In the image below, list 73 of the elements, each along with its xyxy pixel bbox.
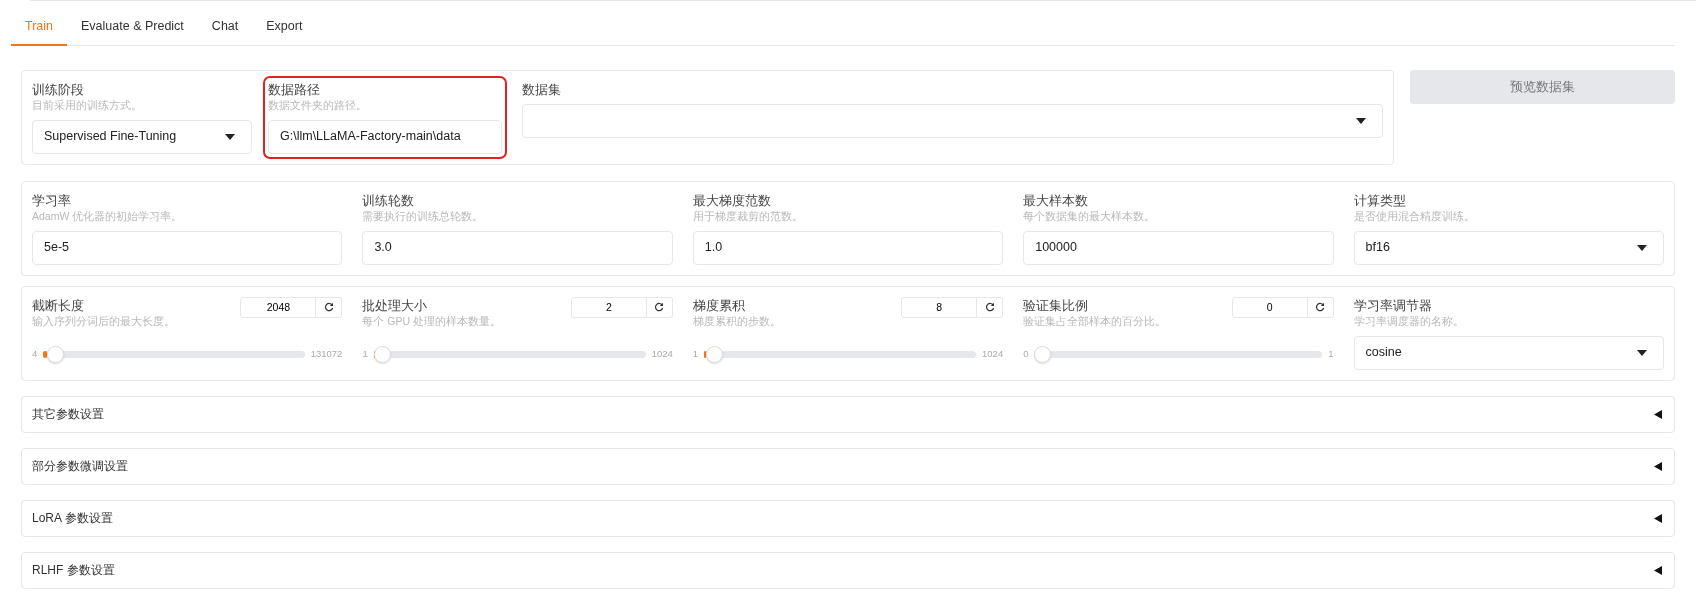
reset-icon xyxy=(654,302,665,313)
field-label: 最大梯度范数 xyxy=(692,191,772,209)
accordion-header[interactable]: LoRA 参数设置 xyxy=(21,499,1675,537)
collapse-arrow-icon xyxy=(1653,461,1662,471)
slider-min: 0 xyxy=(1023,347,1029,362)
dropdown[interactable]: cosine xyxy=(1353,335,1664,370)
tab[interactable]: Export xyxy=(252,11,317,46)
field-hint: 输入序列分词后的最大长度。 xyxy=(32,313,175,328)
number-field[interactable]: 2048 xyxy=(240,296,317,318)
reset-button[interactable] xyxy=(1307,296,1334,318)
accordion-header[interactable]: 其它参数设置 xyxy=(21,395,1675,433)
field-label: 数据集 xyxy=(522,80,562,98)
slider-min: 4 xyxy=(32,347,38,362)
input-field[interactable]: 3.0 xyxy=(362,230,673,265)
dropdown[interactable] xyxy=(522,103,1383,138)
slider-min: 1 xyxy=(362,347,368,362)
tab[interactable]: Evaluate & Predict xyxy=(67,11,198,46)
field-hint: 梯度累积的步数。 xyxy=(692,313,781,328)
slider[interactable] xyxy=(43,345,305,363)
slider-max: 1024 xyxy=(651,347,673,362)
field-hint: 每个 GPU 处理的样本数量。 xyxy=(362,313,501,328)
slider-min: 1 xyxy=(692,347,699,362)
slider-max: 131072 xyxy=(310,347,343,362)
field-label: 截断长度 xyxy=(32,296,85,314)
slider[interactable] xyxy=(1034,345,1323,363)
input-field[interactable]: 100000 xyxy=(1023,230,1334,265)
field-hint: 数据文件夹的路径。 xyxy=(268,97,368,112)
field-label: 计算类型 xyxy=(1353,191,1407,209)
field-label: 训练轮数 xyxy=(362,191,416,209)
number-field[interactable]: 8 xyxy=(901,296,978,318)
reset-icon xyxy=(984,302,995,313)
input-field[interactable]: G:\llm\LLaMA-Factory-main\data xyxy=(268,119,502,154)
input-field[interactable]: 5e-5 xyxy=(32,230,343,265)
tab[interactable]: Chat xyxy=(197,11,253,46)
field-label: 验证集比例 xyxy=(1023,296,1090,314)
field-label: 学习率调节器 xyxy=(1353,296,1433,314)
reset-button[interactable] xyxy=(646,296,673,318)
field-hint: 需要执行的训练总轮数。 xyxy=(362,208,485,223)
field-hint: 学习率调度器的名称。 xyxy=(1353,313,1465,328)
field-hint: 验证集占全部样本的百分比。 xyxy=(1023,313,1167,328)
dropdown[interactable]: bf16 xyxy=(1353,230,1664,265)
field-hint: 是否使用混合精度训练。 xyxy=(1353,208,1476,223)
field-hint: 用于梯度裁剪的范数。 xyxy=(692,208,804,223)
slider-max: 1024 xyxy=(982,347,1004,362)
number-field[interactable]: 2 xyxy=(570,296,647,318)
caret-icon xyxy=(1637,349,1647,356)
slider-max: 1 xyxy=(1328,347,1334,362)
number-field[interactable]: 0 xyxy=(1231,296,1308,318)
accordion-header[interactable]: 部分参数微调设置 xyxy=(21,447,1675,485)
collapse-arrow-icon xyxy=(1653,513,1662,523)
field-hint: 目前采用的训练方式。 xyxy=(32,97,143,112)
dropdown[interactable]: Supervised Fine-Tuning xyxy=(32,119,252,154)
accordion-header[interactable]: RLHF 参数设置 xyxy=(21,551,1675,589)
reset-icon xyxy=(323,302,334,313)
reset-button[interactable] xyxy=(316,296,343,318)
field-label: 学习率 xyxy=(32,191,72,209)
collapse-arrow-icon xyxy=(1653,565,1662,575)
field-label: 梯度累积 xyxy=(692,296,746,314)
slider[interactable] xyxy=(373,345,646,363)
caret-icon xyxy=(1356,117,1366,124)
reset-icon xyxy=(1315,302,1326,313)
collapse-arrow-icon xyxy=(1653,409,1662,419)
field-hint: AdamW 优化器的初始学习率。 xyxy=(32,208,184,223)
field-label: 批处理大小 xyxy=(362,296,429,314)
field-label: 训练阶段 xyxy=(32,80,85,98)
caret-icon xyxy=(225,133,235,140)
caret-icon xyxy=(1637,244,1647,251)
field-label: 数据路径 xyxy=(268,80,321,98)
slider[interactable] xyxy=(704,345,977,363)
input-field[interactable]: 1.0 xyxy=(692,230,1004,265)
field-label: 最大样本数 xyxy=(1023,191,1090,209)
field-hint: 每个数据集的最大样本数。 xyxy=(1023,208,1157,223)
reset-button[interactable] xyxy=(977,296,1004,318)
